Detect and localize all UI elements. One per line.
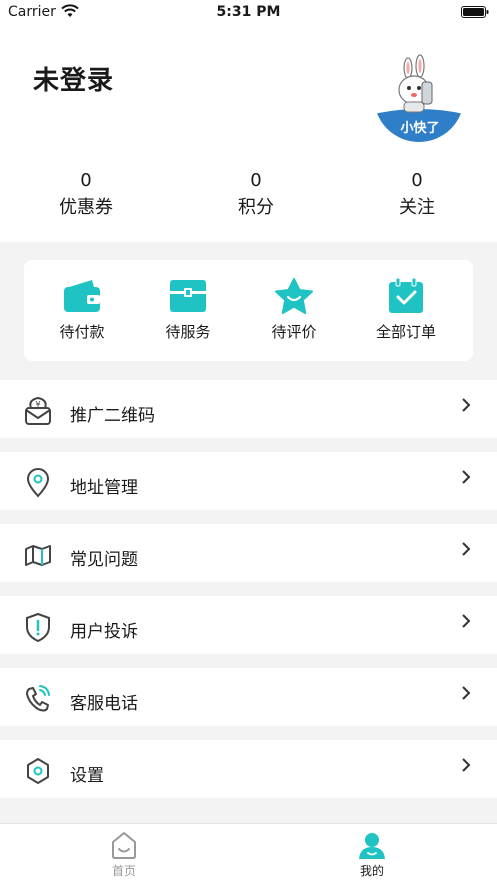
order-label: 待评价 bbox=[271, 323, 317, 341]
map-icon bbox=[25, 545, 51, 566]
orders-card: 待付款 待服务 待评价 全部订单 bbox=[24, 260, 473, 361]
login-status-title[interactable]: 未登录 bbox=[33, 60, 114, 97]
coupon-count: 0 bbox=[80, 170, 92, 191]
shield-alert-icon bbox=[26, 612, 50, 642]
tab-home[interactable]: 首页 bbox=[84, 830, 164, 879]
order-label: 待服务 bbox=[165, 323, 211, 341]
stats-row: 0 优惠券 0 积分 0 关注 bbox=[0, 170, 497, 230]
menu-label: 设置 bbox=[70, 766, 104, 786]
follow-count: 0 bbox=[411, 170, 423, 191]
menu-label: 客服电话 bbox=[70, 694, 138, 714]
phone-icon bbox=[26, 685, 50, 712]
menu-item-settings[interactable]: 设置 bbox=[0, 740, 497, 798]
profile-page: Carrier 5:31 PM 未登录 小快了 0 优惠券 0 积分 0 关注 … bbox=[0, 0, 497, 883]
svg-text:¥: ¥ bbox=[35, 400, 40, 409]
tab-mine[interactable]: 我的 bbox=[332, 830, 412, 879]
battery-icon bbox=[461, 6, 489, 18]
home-icon bbox=[112, 832, 136, 859]
tab-bar: 首页 我的 bbox=[0, 823, 497, 883]
chevron-right-icon bbox=[462, 470, 471, 484]
wallet-icon bbox=[64, 280, 100, 312]
order-pending-service[interactable]: 待服务 bbox=[138, 278, 238, 342]
tab-label: 我的 bbox=[359, 864, 384, 878]
points-label: 积分 bbox=[238, 197, 274, 218]
tab-label: 首页 bbox=[111, 864, 136, 878]
stat-follows[interactable]: 0 关注 bbox=[357, 170, 477, 222]
avatar[interactable]: 小快了 bbox=[374, 52, 464, 142]
coupon-label: 优惠券 bbox=[59, 197, 113, 218]
chevron-right-icon bbox=[462, 398, 471, 412]
user-icon bbox=[359, 833, 385, 859]
menu-item-faq[interactable]: 常见问题 bbox=[0, 524, 497, 582]
points-count: 0 bbox=[250, 170, 262, 191]
avatar-text: 小快了 bbox=[400, 120, 439, 136]
menu-item-complaint[interactable]: 用户投诉 bbox=[0, 596, 497, 654]
menu-item-address[interactable]: 地址管理 bbox=[0, 452, 497, 510]
chevron-right-icon bbox=[462, 614, 471, 628]
order-label: 待付款 bbox=[59, 323, 105, 341]
order-pending-review[interactable]: 待评价 bbox=[244, 278, 344, 342]
status-time: 5:31 PM bbox=[216, 4, 281, 20]
menu-label: 推广二维码 bbox=[70, 406, 155, 426]
star-icon bbox=[275, 278, 313, 314]
chevron-right-icon bbox=[462, 686, 471, 700]
toolbox-icon bbox=[170, 280, 206, 312]
stat-points[interactable]: 0 积分 bbox=[196, 170, 316, 222]
order-label: 全部订单 bbox=[375, 323, 436, 341]
status-bar: Carrier 5:31 PM bbox=[0, 0, 497, 26]
menu-label: 地址管理 bbox=[70, 478, 138, 498]
menu-item-service-phone[interactable]: 客服电话 bbox=[0, 668, 497, 726]
order-all[interactable]: 全部订单 bbox=[356, 278, 456, 342]
profile-header: 未登录 小快了 0 优惠券 0 积分 0 关注 bbox=[0, 26, 497, 242]
stat-coupons[interactable]: 0 优惠券 bbox=[26, 170, 146, 222]
order-pending-payment[interactable]: 待付款 bbox=[32, 278, 132, 342]
settings-hexagon-icon bbox=[27, 758, 49, 784]
chevron-right-icon bbox=[462, 542, 471, 556]
location-pin-icon bbox=[26, 468, 50, 498]
clipboard-check-icon bbox=[389, 278, 423, 313]
chevron-right-icon bbox=[462, 758, 471, 772]
menu-label: 常见问题 bbox=[70, 550, 138, 570]
menu-label: 用户投诉 bbox=[70, 622, 138, 642]
follow-label: 关注 bbox=[399, 197, 435, 218]
money-bag-icon: ¥ bbox=[25, 396, 51, 425]
menu-item-promo-qrcode[interactable]: ¥ 推广二维码 bbox=[0, 380, 497, 438]
